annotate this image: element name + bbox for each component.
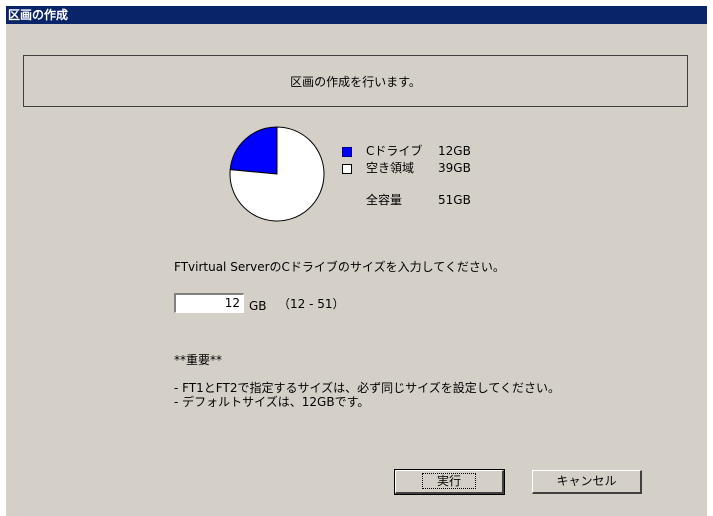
info-banner: 区画の作成を行います。 bbox=[23, 55, 688, 107]
size-prompt: FTvirtual ServerのCドライブのサイズを入力してください。 bbox=[174, 260, 505, 274]
execute-button-label: 実行 bbox=[421, 473, 476, 489]
total-label: 全容量 bbox=[366, 193, 403, 207]
disk-usage-pie-chart bbox=[228, 125, 326, 223]
banner-text: 区画の作成を行います。 bbox=[290, 74, 421, 89]
legend-row-free-space: 空き領域 39GB bbox=[342, 160, 512, 176]
pie-svg bbox=[229, 126, 325, 222]
legend-size-c-drive: 12GB bbox=[438, 144, 471, 158]
c-drive-size-input[interactable]: 12 bbox=[174, 293, 244, 313]
total-size: 51GB bbox=[438, 193, 471, 207]
important-heading: **重要** bbox=[174, 353, 223, 367]
free-space-swatch-icon bbox=[342, 164, 352, 174]
legend-size-free-space: 39GB bbox=[438, 161, 471, 175]
cancel-button[interactable]: キャンセル bbox=[532, 470, 642, 494]
size-unit: GB bbox=[249, 299, 267, 313]
window-title: 区画の作成 bbox=[6, 6, 707, 24]
legend-row-total: 全容量 51GB bbox=[342, 192, 512, 208]
legend-label-free-space: 空き領域 bbox=[366, 161, 415, 175]
pie-slice-0 bbox=[229, 126, 278, 175]
legend-row-c-drive: Cドライブ 12GB bbox=[342, 143, 512, 159]
create-partition-dialog: 区画の作成 区画の作成を行います。 Cドライブ 12GB 空き領域 39GB 全… bbox=[6, 6, 707, 516]
c-drive-swatch-icon bbox=[342, 147, 352, 157]
note-line-2: - デフォルトサイズは、12GBです。 bbox=[174, 395, 370, 409]
execute-button[interactable]: 実行 bbox=[394, 469, 505, 495]
legend-label-c-drive: Cドライブ bbox=[366, 144, 423, 158]
size-range: （12 - 51） bbox=[278, 297, 345, 311]
